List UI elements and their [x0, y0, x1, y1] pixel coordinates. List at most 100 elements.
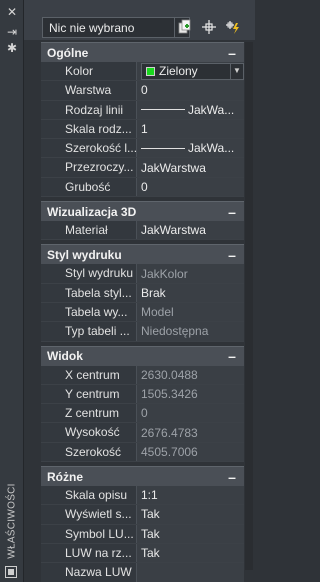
property-label: Symbol LU...	[41, 524, 137, 543]
property-label: Szerokość	[41, 442, 137, 462]
property-row[interactable]: Rodzaj linii JakWa...	[41, 100, 244, 120]
close-icon[interactable]: ✕	[4, 4, 20, 20]
property-value: 2676.4783	[137, 423, 244, 442]
section-title: Wizualizacja 3D	[47, 204, 137, 219]
property-value[interactable]: 1	[137, 119, 244, 139]
property-value[interactable]: JakWa...	[137, 100, 244, 119]
property-value-text: JakWa...	[188, 102, 235, 117]
property-label: Z centrum	[41, 404, 137, 423]
property-value[interactable]: Zielony ▼	[137, 62, 244, 81]
collapse-icon[interactable]: –	[226, 470, 238, 484]
palette-menu-icon[interactable]	[5, 566, 17, 578]
property-value: 4505.7006	[137, 442, 244, 462]
property-label: Y centrum	[41, 384, 137, 404]
property-label: Materiał	[41, 221, 137, 240]
palette-title: WŁAŚCIWOŚCI	[6, 483, 18, 559]
property-value: 1505.3426	[137, 384, 244, 404]
property-row[interactable]: Przezroczy... JakWarstwa	[41, 158, 244, 178]
color-value: Zielony	[159, 64, 198, 79]
property-row[interactable]: Tabela wy... Model	[41, 302, 244, 323]
toggle-pickadd-icon[interactable]	[176, 18, 194, 36]
scrollbar-track[interactable]	[245, 42, 253, 570]
property-row[interactable]: Nazwa LUW	[41, 563, 244, 582]
properties-toolbar: Nic nie wybrano ▼	[24, 0, 255, 40]
property-row[interactable]: Y centrum 1505.3426	[41, 384, 244, 405]
property-value[interactable]: Tak	[137, 524, 244, 543]
property-value: Niedostępna	[137, 322, 244, 341]
property-row[interactable]: Skala opisu 1:1	[41, 486, 244, 506]
section-header[interactable]: Ogólne –	[41, 42, 244, 62]
property-row[interactable]: Warstwa 0	[41, 81, 244, 101]
property-row[interactable]: Typ tabeli ... Niedostępna	[41, 322, 244, 342]
chevron-down-icon[interactable]: ▼	[230, 63, 243, 79]
property-label: Typ tabeli ...	[41, 322, 137, 341]
property-row[interactable]: Szerokość 4505.7006	[41, 442, 244, 463]
property-row[interactable]: Skala rodz... 1	[41, 119, 244, 140]
property-value[interactable]: 1:1	[137, 486, 244, 505]
selection-value: Nic nie wybrano	[49, 20, 135, 35]
property-row[interactable]: Symbol LU... Tak	[41, 524, 244, 544]
property-row[interactable]: Tabela styl... Brak	[41, 283, 244, 303]
property-row[interactable]: X centrum 2630.0488	[41, 365, 244, 385]
quick-select-icon[interactable]	[224, 18, 242, 36]
property-label: LUW na rz...	[41, 543, 137, 563]
select-objects-icon[interactable]	[200, 18, 218, 36]
property-row[interactable]: LUW na rz... Tak	[41, 543, 244, 564]
property-row[interactable]: Wyświetl s... Tak	[41, 505, 244, 525]
property-value-text: JakWa...	[188, 141, 235, 156]
property-row[interactable]: Wysokość 2676.4783	[41, 423, 244, 443]
property-value[interactable]: 0	[137, 81, 244, 100]
property-label: Nazwa LUW	[41, 563, 137, 582]
property-value: 2630.0488	[137, 365, 244, 384]
collapse-icon[interactable]: –	[226, 46, 238, 60]
section-title: Różne	[47, 469, 83, 484]
collapse-icon[interactable]: –	[226, 205, 238, 219]
section-title: Styl wydruku	[47, 247, 122, 262]
settings-icon[interactable]: ✱	[4, 40, 20, 56]
property-value[interactable]: JakWarstwa	[137, 221, 244, 240]
property-row[interactable]: Szerokość l... JakWa...	[41, 139, 244, 159]
color-dropdown[interactable]: Zielony ▼	[141, 62, 244, 80]
property-label: Szerokość l...	[41, 139, 137, 158]
collapse-icon[interactable]: –	[226, 349, 238, 363]
property-label: Przezroczy...	[41, 158, 137, 177]
property-label: Wysokość	[41, 423, 137, 442]
property-label: Grubość	[41, 177, 137, 197]
property-value[interactable]: Tak	[137, 505, 244, 524]
selection-dropdown[interactable]: Nic nie wybrano ▼	[42, 17, 190, 38]
property-row[interactable]: Styl wydruku JakKolor	[41, 264, 244, 284]
property-label: Skala opisu	[41, 486, 137, 505]
property-row[interactable]: Kolor Zielony ▼	[41, 62, 244, 82]
property-label: Styl wydruku	[41, 264, 137, 283]
property-value[interactable]: Tak	[137, 543, 244, 563]
collapse-icon[interactable]: –	[226, 248, 238, 262]
property-value[interactable]: Brak	[137, 283, 244, 302]
section-header[interactable]: Styl wydruku –	[41, 244, 244, 265]
linetype-preview	[141, 109, 185, 111]
section-header[interactable]: Widok –	[41, 345, 244, 366]
property-value: JakKolor	[137, 264, 244, 283]
property-row[interactable]: Z centrum 0	[41, 404, 244, 424]
property-label: Warstwa	[41, 81, 137, 100]
linetype-preview	[141, 147, 185, 149]
section-title: Widok	[47, 349, 83, 364]
property-value: 0	[137, 404, 244, 423]
property-label: Rodzaj linii	[41, 100, 137, 119]
property-value[interactable]: 0	[137, 177, 244, 197]
property-value[interactable]: JakWarstwa	[137, 158, 244, 177]
section-header[interactable]: Różne –	[41, 466, 244, 487]
property-label: X centrum	[41, 365, 137, 384]
property-row[interactable]: Grubość 0	[41, 177, 244, 198]
section-header[interactable]: Wizualizacja 3D –	[41, 201, 244, 222]
property-value[interactable]: JakWa...	[137, 139, 244, 158]
section-title: Ogólne	[47, 45, 89, 60]
property-label: Tabela wy...	[41, 302, 137, 322]
palette-side-strip: ✕ ⇥ ✱ WŁAŚCIWOŚCI	[0, 0, 24, 582]
property-label: Kolor	[41, 62, 137, 81]
auto-hide-icon[interactable]: ⇥	[4, 24, 20, 40]
color-swatch	[146, 66, 155, 76]
property-row[interactable]: Materiał JakWarstwa	[41, 221, 244, 241]
property-label: Skala rodz...	[41, 119, 137, 139]
property-label: Wyświetl s...	[41, 505, 137, 524]
property-value[interactable]	[137, 563, 244, 582]
